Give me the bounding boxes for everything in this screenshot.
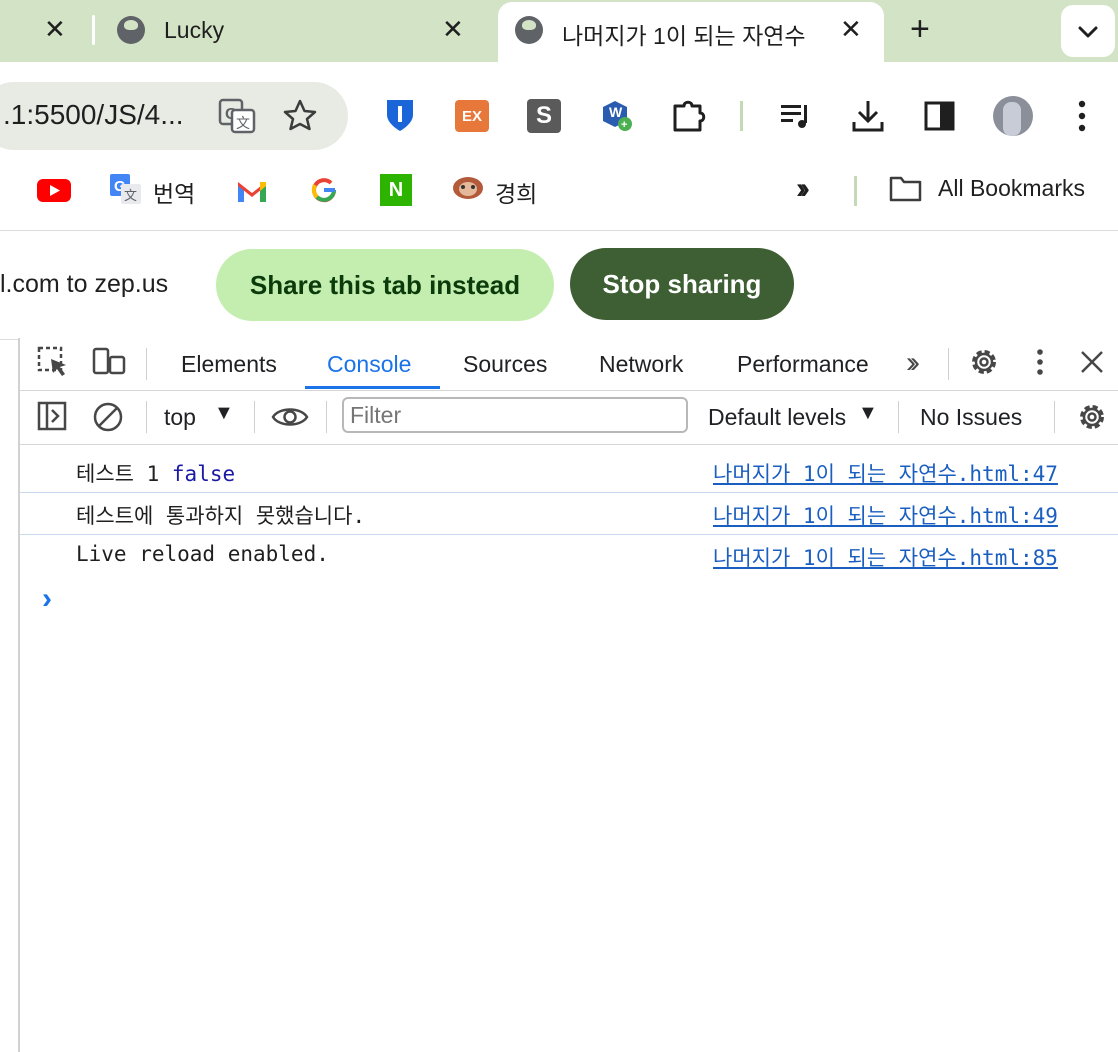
tab-lucky[interactable]: Lucky ✕ — [100, 0, 490, 62]
toolbar-divider — [254, 401, 255, 433]
dropdown-arrow-icon: ▼ — [858, 402, 878, 424]
message-source-link[interactable]: 나머지가 1이 되는 자연수.html:47 — [713, 458, 1058, 488]
toolbar-divider — [146, 401, 147, 433]
toolbar-divider — [146, 348, 147, 380]
toolbar-divider — [948, 348, 949, 380]
tab-network[interactable]: Network — [599, 351, 683, 378]
customize-menu-icon[interactable] — [1032, 346, 1048, 378]
naver-letter: N — [388, 178, 404, 201]
context-selector[interactable]: top ▼ — [162, 402, 242, 432]
svg-text:文: 文 — [236, 116, 250, 132]
log-levels-dropdown[interactable]: Default levels ▼ — [706, 402, 886, 432]
youtube-icon — [37, 179, 71, 202]
tab-sources[interactable]: Sources — [463, 351, 547, 378]
stop-sharing-button[interactable]: Stop sharing — [570, 248, 794, 320]
download-icon[interactable] — [850, 98, 886, 134]
bookmark-translate[interactable]: G 文 번역 — [108, 172, 198, 208]
more-tabs-icon[interactable]: ›› — [906, 346, 920, 380]
bookmark-separator — [854, 176, 857, 206]
issues-counter[interactable]: No Issues — [920, 404, 1022, 431]
bookmark-label: 경희 — [495, 181, 538, 207]
message-value: false — [171, 462, 236, 486]
message-source-link[interactable]: 나머지가 1이 되는 자연수.html:49 — [713, 500, 1058, 530]
context-label: top — [164, 404, 196, 430]
url-text[interactable]: .1:5500/JS/4... — [3, 99, 184, 131]
gmail-icon — [238, 182, 266, 202]
inspect-element-icon[interactable] — [37, 346, 69, 378]
new-tab-icon[interactable]: + — [910, 12, 930, 46]
ex-extension-label: EX — [461, 107, 482, 125]
console-message: 테스트 1 false 나머지가 1이 되는 자연수.html:47 — [20, 450, 1118, 493]
tab-close-icon[interactable]: ✕ — [442, 16, 464, 42]
bookmark-khu[interactable]: 경희 — [450, 172, 550, 208]
naver-icon[interactable]: N — [380, 174, 412, 206]
sidebar-toggle-icon[interactable] — [36, 400, 68, 432]
settings-gear-icon[interactable] — [968, 346, 1000, 378]
message-text: Live reload enabled. — [76, 542, 329, 566]
message-text-wrap: 테스트 1 false — [76, 458, 235, 488]
bookmark-google[interactable] — [310, 176, 338, 204]
tab-close-icon[interactable]: ✕ — [44, 16, 66, 42]
svg-text:+: + — [621, 119, 627, 131]
console-settings-icon[interactable] — [1075, 400, 1109, 434]
close-devtools-icon[interactable] — [1078, 348, 1106, 376]
bookmark-youtube[interactable] — [36, 176, 72, 204]
message-text: 테스트 1 — [76, 462, 160, 486]
device-toolbar-icon[interactable] — [92, 347, 126, 377]
tab-console[interactable]: Console — [327, 351, 411, 378]
share-this-tab-button[interactable]: Share this tab instead — [216, 249, 554, 321]
w-extension-label: W — [609, 104, 623, 120]
tab-title: 나머지가 1이 되는 자연수 — [562, 23, 806, 49]
all-bookmarks-button[interactable]: All Bookmarks — [888, 172, 1108, 208]
svg-text:文: 文 — [124, 189, 137, 204]
tab-search-button[interactable] — [1061, 5, 1115, 57]
tab-separator — [92, 15, 95, 45]
globe-icon — [117, 16, 145, 44]
toolbar-divider — [1054, 401, 1055, 433]
console-prompt-icon[interactable]: › — [42, 582, 52, 616]
side-panel-icon[interactable] — [924, 100, 956, 132]
share-info-text: l.com to zep.us — [0, 270, 169, 298]
s-extension-label: S — [535, 102, 552, 129]
message-text: 테스트에 통과하지 못했습니다. — [76, 504, 366, 528]
tab-close-icon[interactable]: ✕ — [840, 16, 862, 42]
tab-title: Lucky — [164, 17, 225, 43]
ex-extension-icon[interactable]: EX — [455, 100, 489, 132]
media-queue-icon[interactable] — [778, 99, 814, 133]
bitwarden-shield-icon[interactable] — [385, 97, 415, 133]
message-source-link[interactable]: 나머지가 1이 되는 자연수.html:85 — [713, 542, 1058, 572]
console-message: Live reload enabled. 나머지가 1이 되는 자연수.html… — [20, 534, 1118, 576]
toolbar-divider — [326, 401, 327, 433]
bookmark-label: 번역 — [153, 181, 196, 207]
toolbar-separator — [740, 101, 743, 131]
tab-elements[interactable]: Elements — [181, 351, 277, 378]
clear-console-icon[interactable] — [91, 400, 125, 434]
chevron-down-icon — [1078, 26, 1098, 38]
eye-icon[interactable] — [271, 402, 309, 432]
tab-performance[interactable]: Performance — [737, 351, 869, 378]
more-menu-icon[interactable] — [1072, 98, 1092, 134]
google-icon — [311, 178, 337, 203]
globe-icon — [515, 16, 543, 44]
w-extension-icon[interactable]: + W — [600, 99, 634, 133]
folder-icon — [889, 176, 922, 202]
toolbar-divider — [898, 401, 899, 433]
all-bookmarks-label: All Bookmarks — [938, 175, 1085, 201]
dropdown-arrow-icon: ▼ — [214, 402, 234, 424]
s-extension-icon[interactable]: S — [527, 99, 561, 133]
khu-icon — [453, 177, 483, 199]
tab-active[interactable]: 나머지가 1이 되는 자연수 ✕ — [498, 2, 884, 68]
levels-label: Default levels — [708, 404, 847, 430]
google-translate-icon: G 文 — [110, 174, 141, 204]
avatar[interactable] — [993, 96, 1033, 136]
filter-input[interactable] — [342, 397, 688, 433]
puzzle-extensions-icon[interactable] — [670, 98, 710, 134]
active-tab-indicator — [305, 386, 440, 389]
translate-icon[interactable]: G 文 — [218, 98, 256, 134]
star-icon[interactable] — [282, 98, 318, 132]
console-message: 테스트에 통과하지 못했습니다. 나머지가 1이 되는 자연수.html:49 — [20, 492, 1118, 535]
bookmarks-overflow-icon[interactable]: ›› — [796, 172, 810, 206]
bookmark-gmail[interactable] — [236, 178, 268, 204]
devtools-panel — [18, 338, 1118, 1052]
